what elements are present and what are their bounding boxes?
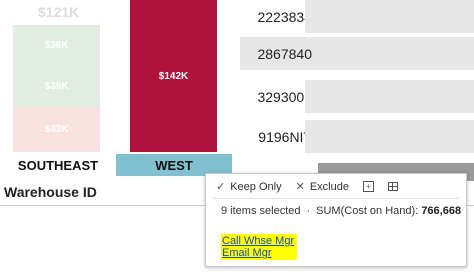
tooltip-commands: ✓ Keep Only ✕ Exclude + <box>216 180 398 193</box>
southeast-segment[interactable]: $38K <box>13 25 100 65</box>
west-value-label: $142K <box>158 70 189 82</box>
checkmark-icon: ✓ <box>216 181 226 193</box>
exclude-button[interactable]: ✕ Exclude <box>295 180 349 194</box>
view-data-icon[interactable] <box>387 182 398 191</box>
segment-value-label: $43K <box>44 124 69 135</box>
row-band <box>305 0 474 33</box>
call-manager-link[interactable]: Call Whse Mgr <box>222 235 294 247</box>
warehouse-row[interactable]: 2867840 <box>240 37 474 70</box>
x-icon: ✕ <box>295 181 305 193</box>
segment-value-label: $39K <box>44 80 69 92</box>
sum-value: 766,668 <box>421 205 462 217</box>
warehouse-id-header: Warehouse ID <box>4 184 97 200</box>
warehouse-id: 2867840 <box>257 45 312 62</box>
items-selected-text: 9 items selected <box>221 205 301 217</box>
row-band <box>305 120 474 153</box>
warehouse-id: 9196NIT <box>258 128 312 145</box>
southeast-total-label: $121K <box>38 4 80 20</box>
action-links: Call Whse Mgr Email Mgr <box>221 234 298 260</box>
selection-tooltip: ✓ Keep Only ✕ Exclude + 9 items selected… <box>205 173 467 267</box>
region-label-southeast[interactable]: SOUTHEAST <box>11 154 105 176</box>
group-members-icon[interactable]: + <box>362 181 374 192</box>
southeast-segment[interactable]: $39K <box>13 65 100 107</box>
southeast-segment[interactable]: $43K <box>13 107 100 152</box>
sum-label: SUM(Cost on Hand): <box>316 205 419 217</box>
segment-value-label: $38K <box>44 39 69 51</box>
row-band <box>305 80 474 113</box>
keep-only-button[interactable]: ✓ Keep Only <box>216 180 282 194</box>
warehouse-id: 2223834 <box>257 8 312 25</box>
email-manager-link[interactable]: Email Mgr <box>222 247 294 259</box>
keep-only-label: Keep Only <box>230 180 282 193</box>
exclude-label: Exclude <box>309 180 349 193</box>
selection-summary: 9 items selected · SUM(Cost on Hand): 766,… <box>221 205 462 217</box>
warehouse-id: 3293006 <box>257 88 312 105</box>
west-bar[interactable]: $142K <box>130 0 217 152</box>
tooltip-separator <box>212 198 460 199</box>
